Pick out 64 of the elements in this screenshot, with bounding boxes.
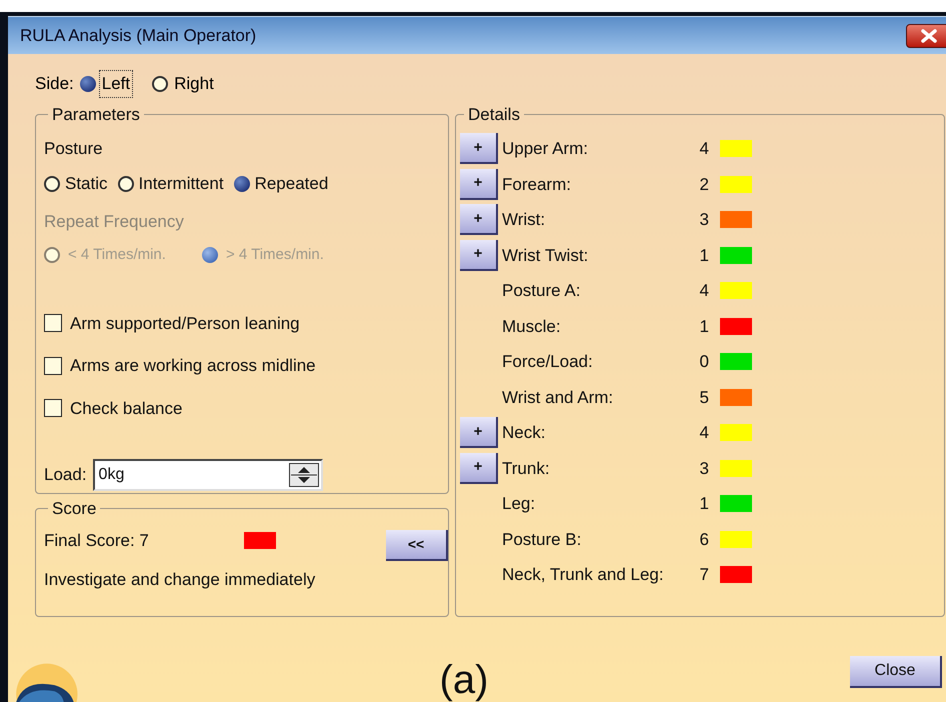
posture-label: Posture: [44, 138, 104, 160]
radio-label[interactable]: Intermittent: [138, 171, 224, 196]
group-title: Details: [467, 104, 521, 126]
checkbox-label[interactable]: Arms are working across midline: [70, 353, 316, 378]
detail-score: 0: [698, 351, 709, 373]
group-title: Parameters: [51, 104, 141, 126]
side-label: Side:: [35, 73, 74, 96]
load-field[interactable]: 0kg: [92, 459, 323, 491]
collapse-button[interactable]: <<: [386, 530, 448, 560]
detail-label: Trunk:: [502, 458, 551, 480]
detail-label: Force/Load:: [502, 351, 594, 373]
detail-score: 6: [698, 528, 709, 550]
checkbox-label[interactable]: Check balance: [70, 396, 182, 421]
detail-score: 1: [698, 316, 709, 338]
spinner-icon[interactable]: [288, 463, 319, 487]
radio-label[interactable]: Repeated: [254, 171, 328, 196]
detail-label: Neck, Trunk and Leg:: [502, 564, 665, 586]
detail-label: Wrist Twist:: [502, 244, 590, 266]
detail-score: 3: [698, 209, 709, 231]
close-button[interactable]: Close: [850, 656, 942, 688]
checkbox[interactable]: [44, 399, 62, 418]
detail-label: Wrist:: [502, 209, 546, 231]
detail-label: Muscle:: [502, 316, 562, 338]
expand-button[interactable]: +: [460, 168, 498, 200]
repeat-frequency-label: Repeat Frequency: [44, 210, 185, 232]
detail-score: 4: [698, 138, 709, 160]
detail-score: 1: [698, 244, 709, 266]
radio-label[interactable]: Static: [65, 171, 108, 196]
figure-caption: (a): [440, 660, 488, 700]
radio-button[interactable]: [118, 176, 134, 192]
detail-label: Upper Arm:: [502, 138, 589, 160]
radio-button[interactable]: [152, 76, 168, 92]
expand-button[interactable]: +: [460, 240, 498, 271]
radio-button[interactable]: [234, 176, 250, 192]
group-title: Score: [51, 498, 98, 520]
detail-score: 7: [698, 564, 709, 586]
expand-button[interactable]: +: [460, 417, 498, 448]
detail-label: Leg:: [502, 493, 536, 515]
checkbox[interactable]: [44, 314, 62, 332]
detail-score: 4: [698, 280, 709, 302]
radio-label[interactable]: Right: [172, 71, 216, 97]
detail-label: Forearm:: [502, 174, 572, 196]
detail-label: Posture A:: [502, 280, 582, 302]
expand-button[interactable]: +: [460, 204, 498, 236]
detail-score: 3: [698, 458, 709, 480]
expand-button[interactable]: +: [460, 133, 498, 164]
final-score: Final Score: 7: [44, 530, 150, 552]
checkbox-label[interactable]: Arm supported/Person leaning: [70, 310, 300, 336]
detail-score: 1: [698, 493, 709, 515]
window-title: RULA Analysis (Main Operator): [20, 24, 256, 47]
detail-score: 2: [698, 174, 709, 196]
detail-label: Wrist and Arm:: [502, 386, 614, 408]
radio-label[interactable]: Left: [100, 71, 132, 97]
radio-button[interactable]: [44, 176, 60, 192]
detail-score: 4: [698, 422, 709, 444]
load-label: Load:: [44, 464, 87, 486]
detail-score: 5: [698, 386, 709, 408]
expand-button[interactable]: +: [460, 452, 498, 484]
detail-label: Neck:: [502, 422, 546, 444]
score-message: Investigate and change immediately: [44, 569, 316, 591]
checkbox[interactable]: [44, 356, 62, 375]
close-icon[interactable]: [906, 24, 946, 48]
radio-button[interactable]: [80, 76, 96, 92]
detail-label: Posture B:: [502, 528, 582, 550]
